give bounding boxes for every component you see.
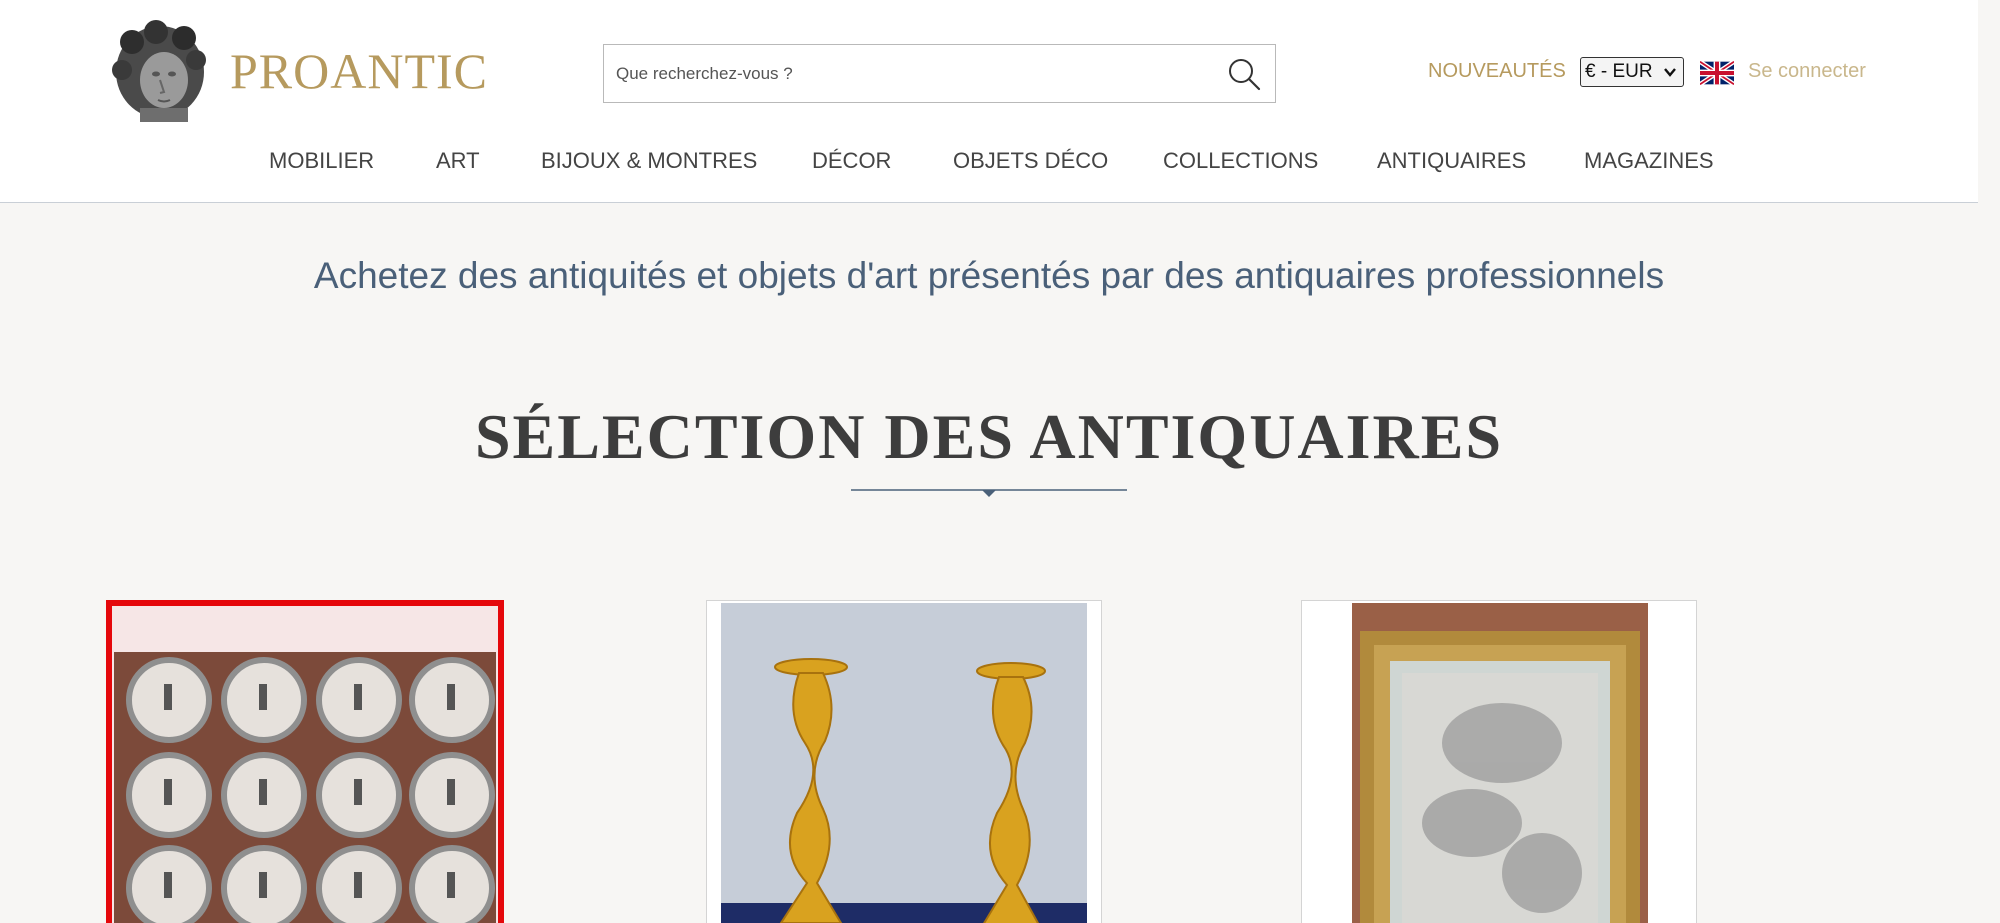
bust-logo-icon (112, 20, 206, 122)
login-link[interactable]: Se connecter (1748, 60, 1866, 83)
currency-value: € - EUR (1585, 61, 1653, 82)
currency-select[interactable]: € - EUR (1580, 57, 1684, 87)
chevron-down-icon (1664, 68, 1676, 77)
main-nav: MOBILIER ART BIJOUX & MONTRES DÉCOR OBJE… (0, 148, 1978, 178)
product-card[interactable] (1301, 600, 1697, 923)
nav-item-bijoux-montres[interactable]: BIJOUX & MONTRES (541, 148, 757, 174)
framed-drawing-image (1352, 603, 1648, 923)
search-input[interactable] (616, 45, 1206, 102)
nav-item-mobilier[interactable]: MOBILIER (269, 148, 374, 174)
search-box (603, 44, 1276, 103)
logo-text: PROANTIC (230, 43, 489, 99)
section-title: SÉLECTION DES ANTIQUAIRES (474, 401, 1504, 472)
product-card[interactable] (706, 600, 1102, 923)
nav-item-art[interactable]: ART (436, 148, 480, 174)
product-card[interactable] (106, 600, 504, 923)
nav-item-decor[interactable]: DÉCOR (812, 148, 891, 174)
nav-item-antiquaires[interactable]: ANTIQUAIRES (1377, 148, 1526, 174)
search-icon[interactable] (1227, 57, 1261, 91)
nav-item-collections[interactable]: COLLECTIONS (1163, 148, 1318, 174)
tagline: Achetez des antiquités et objets d'art p… (313, 255, 1665, 296)
nav-item-magazines[interactable]: MAGAZINES (1584, 148, 1714, 174)
uk-flag-icon[interactable] (1700, 61, 1734, 85)
site-header: PROANTIC NOUVEAUTÉS € - EUR Se connecter… (0, 0, 1978, 203)
nav-item-objets-deco[interactable]: OBJETS DÉCO (953, 148, 1108, 174)
title-divider (851, 489, 1127, 497)
logo[interactable]: PROANTIC (110, 20, 488, 122)
nouveautes-link[interactable]: NOUVEAUTÉS (1428, 60, 1566, 83)
candlesticks-image (721, 603, 1087, 923)
plates-image (114, 652, 496, 923)
